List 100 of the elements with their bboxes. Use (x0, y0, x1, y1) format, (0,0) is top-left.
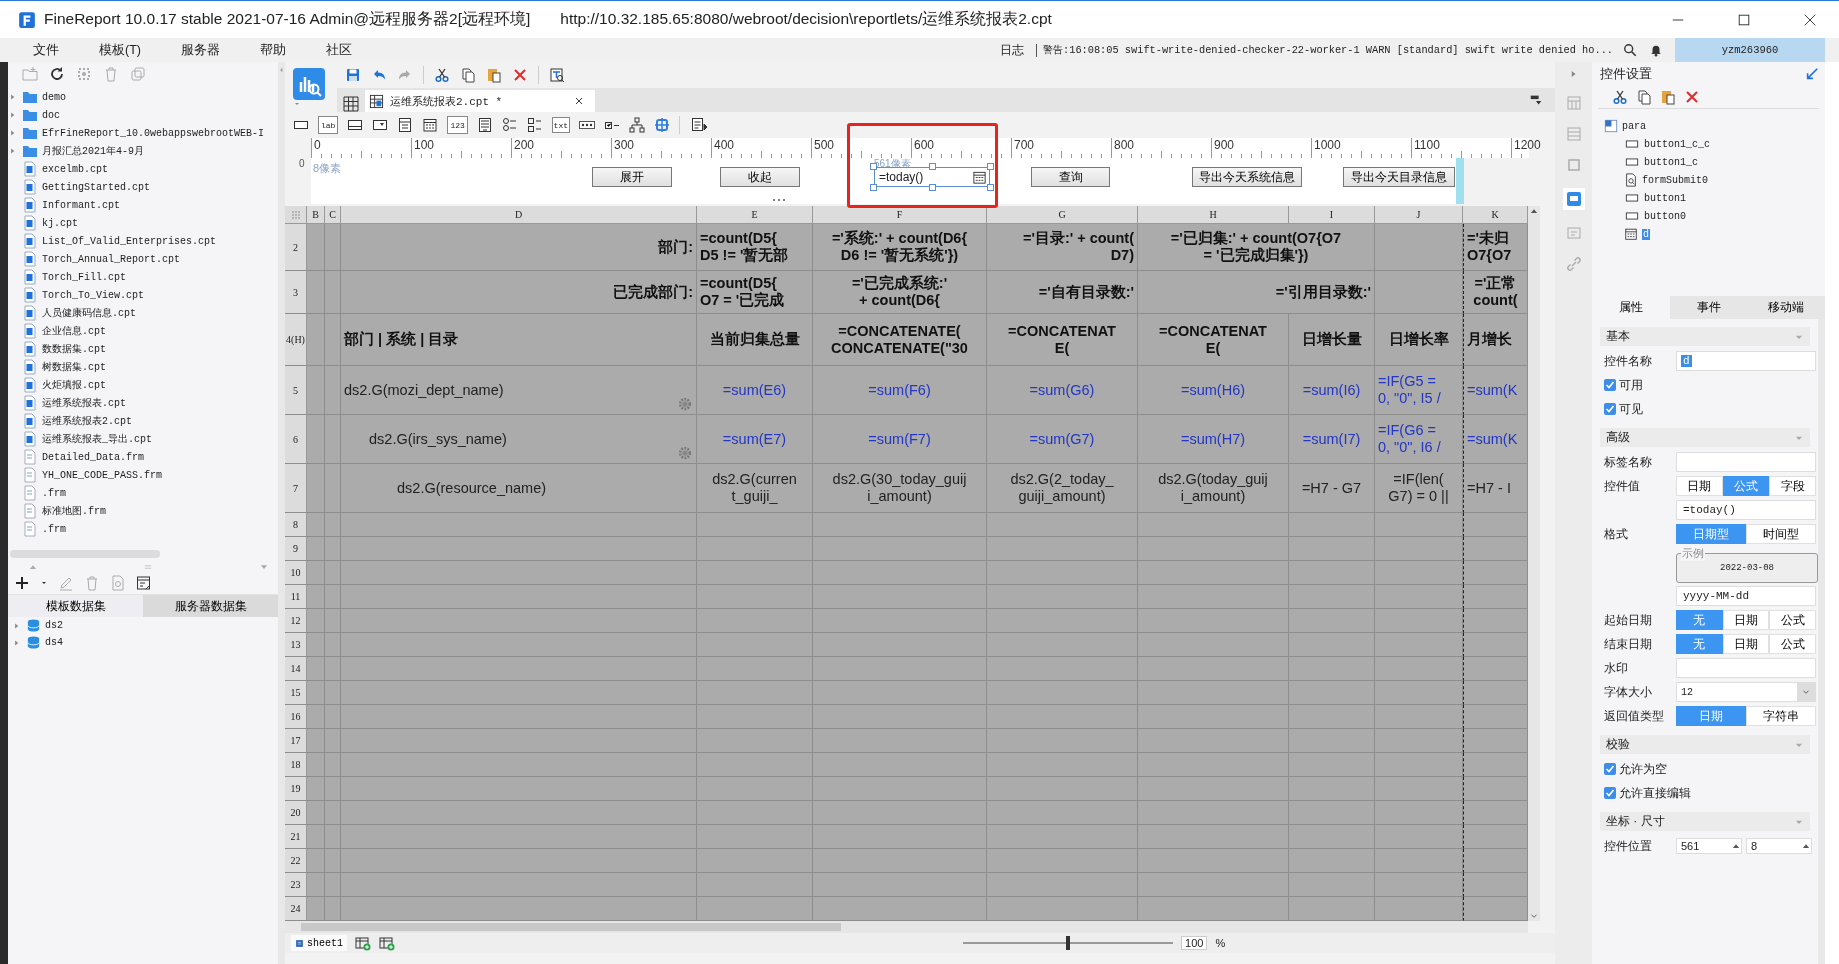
table-cell[interactable]: ='已完成系统:' + count(D6{ (813, 271, 987, 314)
file-name[interactable]: excelmb.cpt (42, 163, 108, 175)
table-cell[interactable] (307, 729, 325, 753)
option-button[interactable]: 公式 (1769, 610, 1816, 630)
date-field[interactable]: =today() (874, 167, 990, 187)
table-cell[interactable] (697, 513, 813, 537)
table-cell[interactable]: 部门: (341, 224, 697, 271)
section-header[interactable]: 基本 (1600, 327, 1810, 346)
table-cell[interactable]: ='目录:' + count( D7) (987, 224, 1138, 271)
table-cell[interactable] (307, 849, 325, 873)
table-cell[interactable]: =sum(H6) (1138, 366, 1289, 415)
menu-item[interactable]: 社区 (325, 41, 352, 59)
row-header[interactable]: 15 (285, 681, 307, 705)
table-cell[interactable] (697, 537, 813, 561)
row-header[interactable]: 22 (285, 849, 307, 873)
form-button[interactable]: 展开 (592, 167, 672, 187)
table-cell[interactable]: 日增长率 (1375, 314, 1463, 366)
file-name[interactable]: Torch_Annual_Report.cpt (42, 253, 181, 265)
file-name[interactable]: .frm (42, 487, 66, 499)
table-cell[interactable] (307, 681, 325, 705)
widget-tree-item[interactable]: button1_c_c (1604, 135, 1825, 153)
selection-handle[interactable] (987, 184, 994, 191)
number-field[interactable]: 561 (1676, 838, 1742, 854)
table-cell[interactable] (697, 873, 813, 897)
table-cell[interactable] (1375, 705, 1463, 729)
add-report-icon[interactable] (379, 935, 395, 951)
label-widget-icon[interactable]: lab (318, 116, 339, 134)
table-cell[interactable] (307, 753, 325, 777)
cut-icon[interactable] (434, 67, 450, 83)
table-cell[interactable] (1375, 681, 1463, 705)
column-header[interactable]: F (813, 206, 987, 224)
table-cell[interactable] (1138, 585, 1289, 609)
close-icon[interactable] (1803, 12, 1817, 27)
row-header[interactable]: 6 (285, 415, 307, 464)
file-name[interactable]: doc (42, 109, 60, 121)
column-header[interactable]: E (697, 206, 813, 224)
font-size-select[interactable]: 12 (1676, 682, 1816, 702)
table-cell[interactable] (987, 873, 1138, 897)
table-cell[interactable] (697, 609, 813, 633)
copy-icon[interactable] (1636, 89, 1652, 105)
table-cell[interactable] (341, 609, 697, 633)
table-cell[interactable] (1138, 801, 1289, 825)
table-cell[interactable] (1375, 753, 1463, 777)
file-name[interactable]: GettingStarted.cpt (42, 181, 151, 193)
row-header[interactable]: 8 (285, 513, 307, 537)
dataset-name[interactable]: ds4 (45, 637, 63, 648)
sheet-tab[interactable]: sheet1 (291, 935, 347, 951)
section-header[interactable]: 校验 (1600, 735, 1810, 754)
dataset-tab[interactable]: 模板数据集 (8, 595, 143, 617)
table-cell[interactable] (307, 825, 325, 849)
table-cell[interactable]: =IF(G5 = 0, "0", I5 / (1375, 366, 1463, 415)
table-cell[interactable]: =sum(I7) (1289, 415, 1375, 464)
table-cell[interactable]: ds2.G(resource_name) (341, 464, 697, 513)
table-cell[interactable] (325, 585, 341, 609)
calendar-icon[interactable] (972, 169, 987, 185)
file-name[interactable]: 企业信息.cpt (42, 324, 106, 338)
gear-icon[interactable] (678, 397, 692, 411)
column-header[interactable]: C (325, 206, 341, 224)
file-name[interactable]: Torch_Fill.cpt (42, 271, 126, 283)
slider-thumb[interactable] (1066, 936, 1070, 950)
file-name[interactable]: Torch_To_View.cpt (42, 289, 145, 301)
table-cell[interactable] (307, 585, 325, 609)
table-cell[interactable] (697, 825, 813, 849)
file-name[interactable]: kj.cpt (42, 217, 78, 229)
calendar-icon[interactable] (422, 117, 439, 133)
dataset-edit-icon[interactable] (136, 575, 152, 591)
section-header[interactable]: 坐标 · 尺寸 (1600, 812, 1810, 831)
column-header[interactable]: I (1289, 206, 1375, 224)
settings-icon[interactable] (76, 66, 92, 82)
table-cell[interactable] (1138, 777, 1289, 801)
table-cell[interactable] (1289, 657, 1375, 681)
table-cell[interactable] (813, 609, 987, 633)
form-button[interactable]: 查询 (1031, 167, 1110, 187)
table-cell[interactable]: =H7 - G7 (1289, 464, 1375, 513)
table-cell[interactable] (813, 825, 987, 849)
dock-arrow-icon[interactable] (1805, 67, 1819, 81)
widget-tree-item[interactable]: formSubmit0 (1604, 171, 1825, 189)
row-header[interactable]: 16 (285, 705, 307, 729)
file-name[interactable]: YH_ONE_CODE_PASS.frm (42, 469, 163, 481)
table-cell[interactable] (1289, 777, 1375, 801)
file-tab[interactable]: 运维系统报表2.cpt * (365, 90, 595, 112)
delete-icon[interactable] (512, 67, 528, 83)
table-cell[interactable] (697, 729, 813, 753)
table-cell[interactable] (987, 681, 1138, 705)
table-cell[interactable] (307, 271, 325, 314)
table-cell[interactable]: =sum(I6) (1289, 366, 1375, 415)
table-cell[interactable]: ds2.G(30_today_guij i_amount) (813, 464, 987, 513)
option-button[interactable]: 字段 (1769, 476, 1816, 496)
row-header[interactable]: 13 (285, 633, 307, 657)
table-cell[interactable] (813, 753, 987, 777)
table-cell[interactable] (307, 314, 325, 366)
dataset-name[interactable]: ds2 (45, 620, 63, 631)
table-cell[interactable] (307, 464, 325, 513)
refresh-icon[interactable] (49, 66, 65, 82)
table-cell[interactable]: =sum(F7) (813, 415, 987, 464)
file-name[interactable]: demo (42, 91, 66, 103)
row-header[interactable]: 24 (285, 897, 307, 921)
trash-icon[interactable] (103, 66, 119, 82)
table-cell[interactable]: =count(D5{ O7 = '已完成 (697, 271, 813, 314)
row-header[interactable]: 7 (285, 464, 307, 513)
